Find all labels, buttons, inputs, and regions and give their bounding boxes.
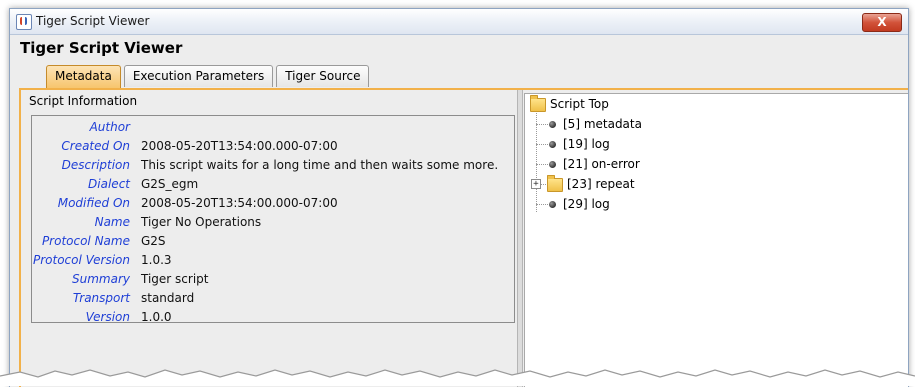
info-label: Created On xyxy=(61,139,130,153)
tree-connector xyxy=(536,110,537,212)
info-value: G2S xyxy=(141,234,166,248)
info-label: Summary xyxy=(72,272,130,286)
script-tree: Script Top [5] metadata [19] log [21] on… xyxy=(524,93,908,387)
torn-edge-decoration xyxy=(0,369,915,386)
tree-node-label: [29] log xyxy=(563,197,610,211)
tree-node-label: [19] log xyxy=(563,137,610,151)
section-title: Script Information xyxy=(29,94,138,108)
tree-connector xyxy=(536,164,550,165)
info-label: Modified On xyxy=(57,196,130,210)
leaf-node-icon xyxy=(549,161,556,168)
info-label: Protocol Version xyxy=(32,253,130,267)
info-value: 2008-05-20T13:54:00.000-07:00 xyxy=(141,196,338,210)
info-row-transport: Transport standard xyxy=(32,289,514,308)
window-title: Tiger Script Viewer xyxy=(36,14,150,28)
title-bar[interactable]: Tiger Script Viewer X xyxy=(10,9,908,35)
info-label: Description xyxy=(61,158,130,172)
info-value: This script waits for a long time and th… xyxy=(141,158,499,172)
folder-icon xyxy=(530,95,546,112)
tab-content: Script Information Author Created On 200… xyxy=(19,88,908,387)
tab-execution-parameters[interactable]: Execution Parameters xyxy=(123,65,274,87)
tree-connector xyxy=(536,124,550,125)
info-value: 1.0.0 xyxy=(141,310,172,324)
split-pane-divider[interactable] xyxy=(517,90,523,387)
tree-node-label: [21] on-error xyxy=(563,157,640,171)
info-label: Author xyxy=(89,120,130,134)
leaf-node-icon xyxy=(549,141,556,148)
tab-metadata[interactable]: Metadata xyxy=(46,65,121,88)
tree-connector xyxy=(536,204,550,205)
page-title: Tiger Script Viewer xyxy=(20,39,183,57)
leaf-node-icon xyxy=(549,121,556,128)
info-value: Tiger No Operations xyxy=(141,215,262,229)
app-window: Tiger Script Viewer X Tiger Script Viewe… xyxy=(9,8,909,387)
info-row-dialect: Dialect G2S_egm xyxy=(32,175,514,194)
tab-tiger-source[interactable]: Tiger Source xyxy=(276,65,370,87)
info-row-summary: Summary Tiger script xyxy=(32,270,514,289)
info-label: Dialect xyxy=(88,177,130,191)
info-row-protocol-version: Protocol Version 1.0.3 xyxy=(32,251,514,270)
leaf-node-icon xyxy=(549,201,556,208)
folder-icon xyxy=(547,175,563,192)
info-label: Protocol Name xyxy=(41,234,130,248)
tree-node-label: Script Top xyxy=(550,97,609,111)
info-row-description: Description This script waits for a long… xyxy=(32,156,514,175)
close-button[interactable]: X xyxy=(862,13,902,32)
info-value: standard xyxy=(141,291,195,305)
tab-strip: Metadata Execution Parameters Tiger Sour… xyxy=(46,65,372,88)
tree-node-label: [23] repeat xyxy=(567,177,635,191)
metadata-pane: Script Information Author Created On 200… xyxy=(23,93,515,387)
java-app-icon xyxy=(16,14,32,30)
info-row-version: Version 1.0.0 xyxy=(32,308,514,327)
info-row-modified-on: Modified On 2008-05-20T13:54:00.000-07:0… xyxy=(32,194,514,213)
expand-icon[interactable]: + xyxy=(531,179,541,189)
info-row-author: Author xyxy=(32,118,514,137)
info-row-created-on: Created On 2008-05-20T13:54:00.000-07:00 xyxy=(32,137,514,156)
info-value: G2S_egm xyxy=(141,177,199,191)
tree-connector xyxy=(536,144,550,145)
info-row-name: Name Tiger No Operations xyxy=(32,213,514,232)
tree-node-label: [5] metadata xyxy=(563,117,642,131)
info-value: 1.0.3 xyxy=(141,253,172,267)
info-value: 2008-05-20T13:54:00.000-07:00 xyxy=(141,139,338,153)
script-info-box: Author Created On 2008-05-20T13:54:00.00… xyxy=(31,115,515,324)
info-row-protocol-name: Protocol Name G2S xyxy=(32,232,514,251)
info-value: Tiger script xyxy=(141,272,209,286)
info-label: Version xyxy=(85,310,130,324)
info-label: Transport xyxy=(72,291,130,305)
info-label: Name xyxy=(94,215,130,229)
